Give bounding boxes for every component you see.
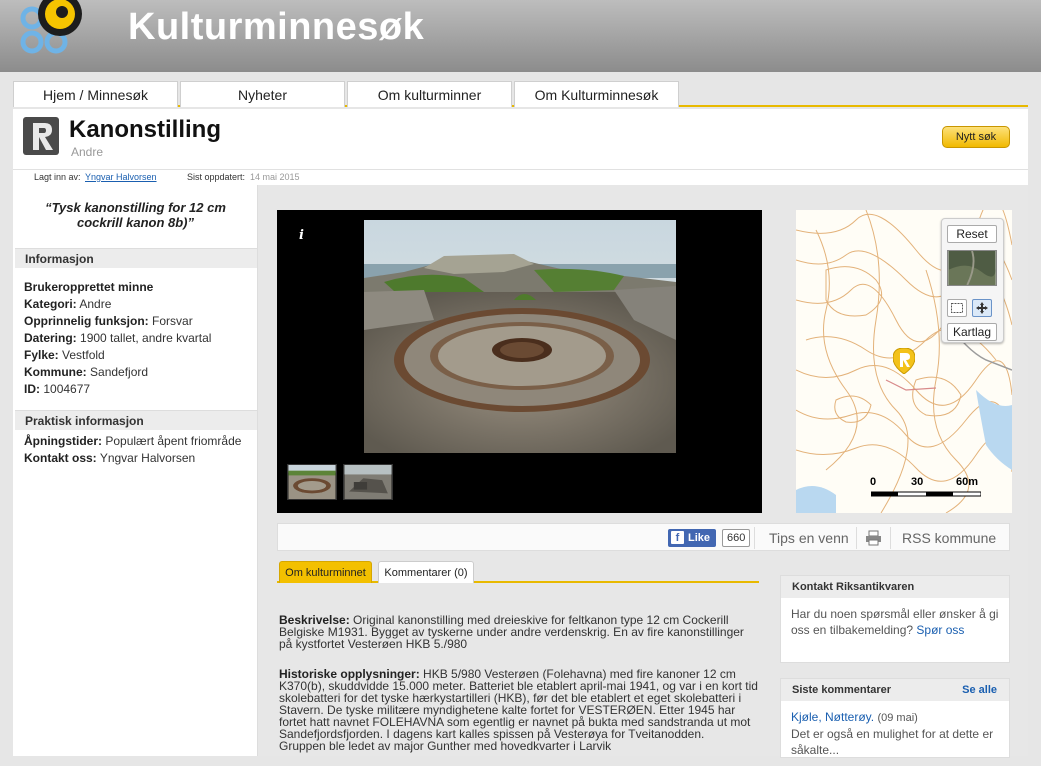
nav-tab-home[interactable]: Hjem / Minnesøk [13,81,178,107]
rss-kommune-link[interactable]: RSS kommune [902,530,996,546]
description-text: Beskrivelse: Original kanonstilling med … [279,613,744,651]
title-block: Kanonstilling Andre Nytt søk [13,109,1028,169]
action-bar: f Like 660 Tips en venn RSS kommune [277,523,1010,551]
like-label: Like [687,532,710,544]
scale-label: 0 [870,476,877,488]
see-all-link[interactable]: Se alle [962,684,997,696]
page-title: Kanonstilling [69,116,221,143]
photo-info-icon[interactable]: i [299,228,304,243]
facebook-icon: f [671,531,684,544]
info-row: Kommune: Sandefjord [24,365,149,379]
riksantikvaren-r-icon [23,117,59,155]
divider [856,527,857,549]
kulturminnesok-logo-icon[interactable] [20,0,90,56]
gallery-thumbnail[interactable] [343,464,393,500]
history-text: Historiske opplysninger: HKB 5/980 Veste… [279,667,758,753]
map-layers-button[interactable]: Kartlag [947,323,997,341]
info-row: Brukeropprettet minne [24,280,154,294]
contact-box: Kontakt Riksantikvaren Har du noen spørs… [780,575,1010,663]
updated-date: 14 mai 2015 [250,172,300,182]
info-heading: Informasjon [15,248,257,268]
site-header: Kulturminnesøk [0,0,1041,72]
content-area: “Tysk kanonstilling for 12 cm cockrill k… [13,185,1028,758]
main-nav: Hjem / Minnesøk Nyheter Om kulturminner … [13,81,1028,107]
comment-text: Det er også en mulighet for at dette er … [791,727,994,757]
main-photo[interactable] [364,220,676,453]
info-row: Opprinnelig funksjon: Forsvar [24,314,193,328]
new-search-button[interactable]: Nytt søk [942,126,1010,148]
gallery-thumbnail[interactable] [287,464,337,500]
info-row: ID: 1004677 [24,382,91,396]
pan-icon[interactable] [972,299,992,317]
updated-label: Sist oppdatert: [187,172,246,182]
contact-heading: Kontakt Riksantikvaren [781,576,1009,598]
comment-item: Kjøle, Nøtterøy. (09 mai) Det er også en… [781,701,1009,766]
tab-kommentarer[interactable]: Kommentarer (0) [378,561,474,583]
photo-gallery: i [277,210,762,513]
record-quote: “Tysk kanonstilling for 12 cm cockrill k… [45,200,226,230]
ask-us-link[interactable]: Spør oss [916,623,964,637]
location-map[interactable]: Reset Kartlag 0 30 60m [796,210,1012,513]
tab-om-kulturminnet[interactable]: Om kulturminnet [279,561,372,583]
box-select-icon[interactable] [947,299,967,317]
practical-heading: Praktisk informasjon [15,410,257,430]
map-reset-button[interactable]: Reset [947,225,997,243]
main-column: i Reset Kartlag 0 30 60m f Like 660 Tips… [277,185,1027,758]
comment-date: (09 mai) [877,712,918,724]
page-subtitle: Andre [71,145,104,159]
added-by-label: Lagt inn av: [34,172,81,182]
nav-tab-news[interactable]: Nyheter [180,81,345,107]
like-count: 660 [722,529,751,547]
tips-en-venn-link[interactable]: Tips en venn [769,530,849,546]
info-row: Kontakt oss: Yngvar Halvorsen [24,451,196,465]
nav-tab-about-site[interactable]: Om Kulturminnesøk [514,81,679,107]
comment-place-link[interactable]: Kjøle, Nøtterøy. [791,710,874,724]
comments-heading-bar: Siste kommentarer Se alle [781,679,1009,701]
divider [890,527,891,549]
scale-bar [871,491,981,497]
contact-text: Har du noen spørsmål eller ønsker å gi o… [791,607,999,637]
nav-tab-about-heritage[interactable]: Om kulturminner [347,81,512,107]
map-marker-r-icon[interactable] [893,348,915,374]
content-tabs: Om kulturminnet Kommentarer (0) [277,561,759,583]
print-icon[interactable] [865,530,882,546]
comments-box: Siste kommentarer Se alle Kjøle, Nøtterø… [780,678,1010,758]
meta-bar: Lagt inn av: Yngvar Halvorsen Sist oppda… [13,169,1028,185]
author-link[interactable]: Yngvar Halvorsen [85,172,157,182]
info-row: Åpningstider: Populært åpent friområde [24,434,242,448]
aerial-layer-thumbnail[interactable] [947,250,997,286]
info-row: Fylke: Vestfold [24,348,105,362]
scale-label: 30 [911,476,924,488]
map-controls: Reset Kartlag [941,218,1004,343]
site-title: Kulturminnesøk [128,6,425,48]
info-row: Datering: 1900 tallet, andre kvartal [24,331,212,345]
left-column: “Tysk kanonstilling for 12 cm cockrill k… [13,185,258,756]
contact-body: Har du noen spørsmål eller ønsker å gi o… [781,598,1009,646]
facebook-like-button[interactable]: f Like [668,529,716,547]
divider [754,527,755,549]
comments-heading: Siste kommentarer [792,684,892,696]
info-row: Kategori: Andre [24,297,112,311]
scale-label: 60m [956,476,979,488]
page-container: Kanonstilling Andre Nytt søk Lagt inn av… [13,109,1028,758]
